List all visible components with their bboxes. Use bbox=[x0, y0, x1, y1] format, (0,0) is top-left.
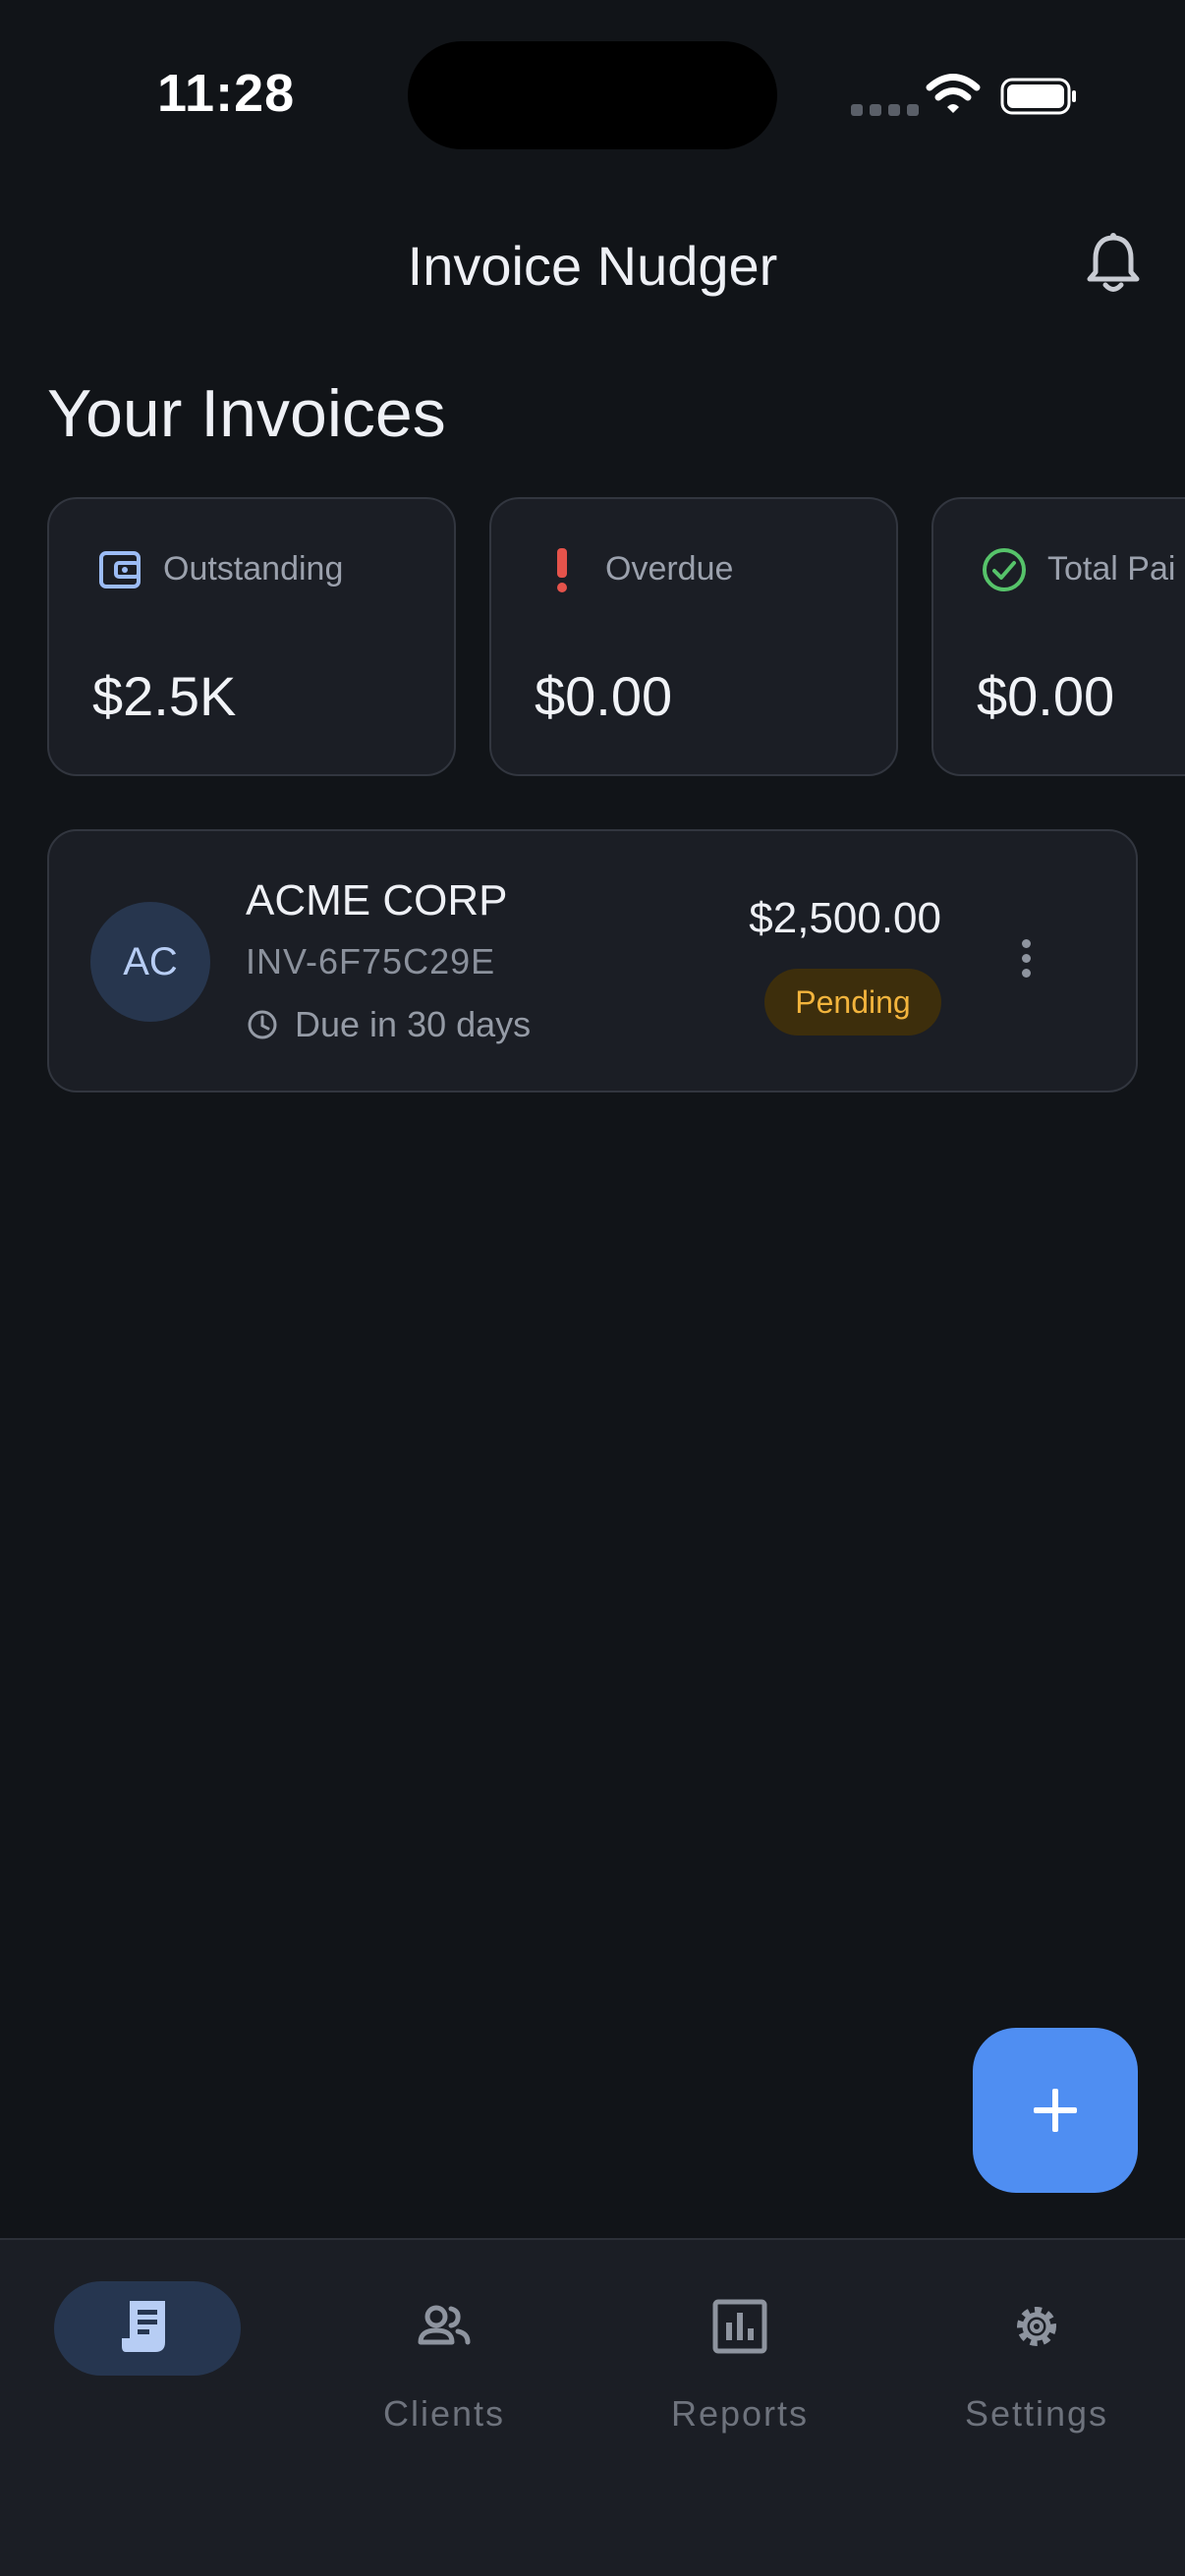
nav-label: Clients bbox=[382, 2393, 506, 2434]
client-name: ACME CORP bbox=[246, 876, 508, 924]
check-circle-icon bbox=[983, 548, 1026, 591]
client-avatar: AC bbox=[90, 902, 210, 1022]
status-bar: 11:28 bbox=[0, 0, 1185, 187]
app-title: Invoice Nudger bbox=[407, 235, 778, 297]
nav-reports[interactable]: Reports bbox=[592, 2240, 887, 2436]
invoice-amount: $2,500.00 bbox=[749, 894, 941, 942]
add-invoice-button[interactable] bbox=[973, 2028, 1138, 2193]
bottom-navigation: Clients Reports Settings bbox=[0, 2238, 1185, 2576]
more-options-icon[interactable] bbox=[1014, 939, 1038, 986]
overdue-card[interactable]: Overdue $0.00 bbox=[489, 497, 898, 776]
wifi-icon bbox=[926, 74, 981, 113]
invoice-receipt-icon bbox=[122, 2301, 165, 2352]
due-date: Due in 30 days bbox=[246, 1004, 531, 1045]
outstanding-card[interactable]: Outstanding $2.5K bbox=[47, 497, 456, 776]
status-time: 11:28 bbox=[157, 64, 296, 123]
battery-icon bbox=[1000, 78, 1076, 115]
cellular-signal-icon bbox=[851, 104, 919, 116]
due-text: Due in 30 days bbox=[295, 1004, 532, 1044]
nav-settings[interactable]: Settings bbox=[889, 2240, 1184, 2436]
stat-value: $0.00 bbox=[977, 665, 1115, 727]
dynamic-island bbox=[408, 41, 777, 149]
page-title: Your Invoices bbox=[47, 376, 446, 451]
summary-cards: Outstanding $2.5K Overdue $0.00 Total Pa… bbox=[47, 497, 1185, 782]
bell-icon[interactable] bbox=[1085, 232, 1142, 295]
stat-value: $2.5K bbox=[92, 665, 237, 727]
stat-value: $0.00 bbox=[535, 665, 673, 727]
invoice-number: INV-6F75C29E bbox=[246, 941, 496, 981]
plus-icon bbox=[1034, 2089, 1077, 2132]
nav-label: Settings bbox=[964, 2393, 1109, 2434]
people-icon bbox=[418, 2305, 471, 2345]
status-badge: Pending bbox=[764, 969, 941, 1036]
exclamation-icon bbox=[557, 548, 567, 592]
nav-clients[interactable]: Clients bbox=[297, 2240, 592, 2436]
stat-label: Outstanding bbox=[163, 550, 344, 588]
bar-chart-icon bbox=[712, 2299, 767, 2354]
app-bar: Invoice Nudger bbox=[0, 216, 1185, 314]
wallet-icon bbox=[99, 551, 141, 588]
gear-icon bbox=[1017, 2307, 1056, 2346]
nav-invoices[interactable] bbox=[0, 2240, 295, 2436]
total-paid-card[interactable]: Total Pai $0.00 bbox=[931, 497, 1185, 776]
clock-icon bbox=[248, 1010, 277, 1039]
stat-label: Overdue bbox=[605, 550, 734, 588]
nav-label: Reports bbox=[670, 2393, 810, 2434]
stat-label: Total Pai bbox=[1047, 550, 1176, 588]
invoice-card[interactable]: AC ACME CORP INV-6F75C29E Due in 30 days… bbox=[47, 829, 1138, 1092]
